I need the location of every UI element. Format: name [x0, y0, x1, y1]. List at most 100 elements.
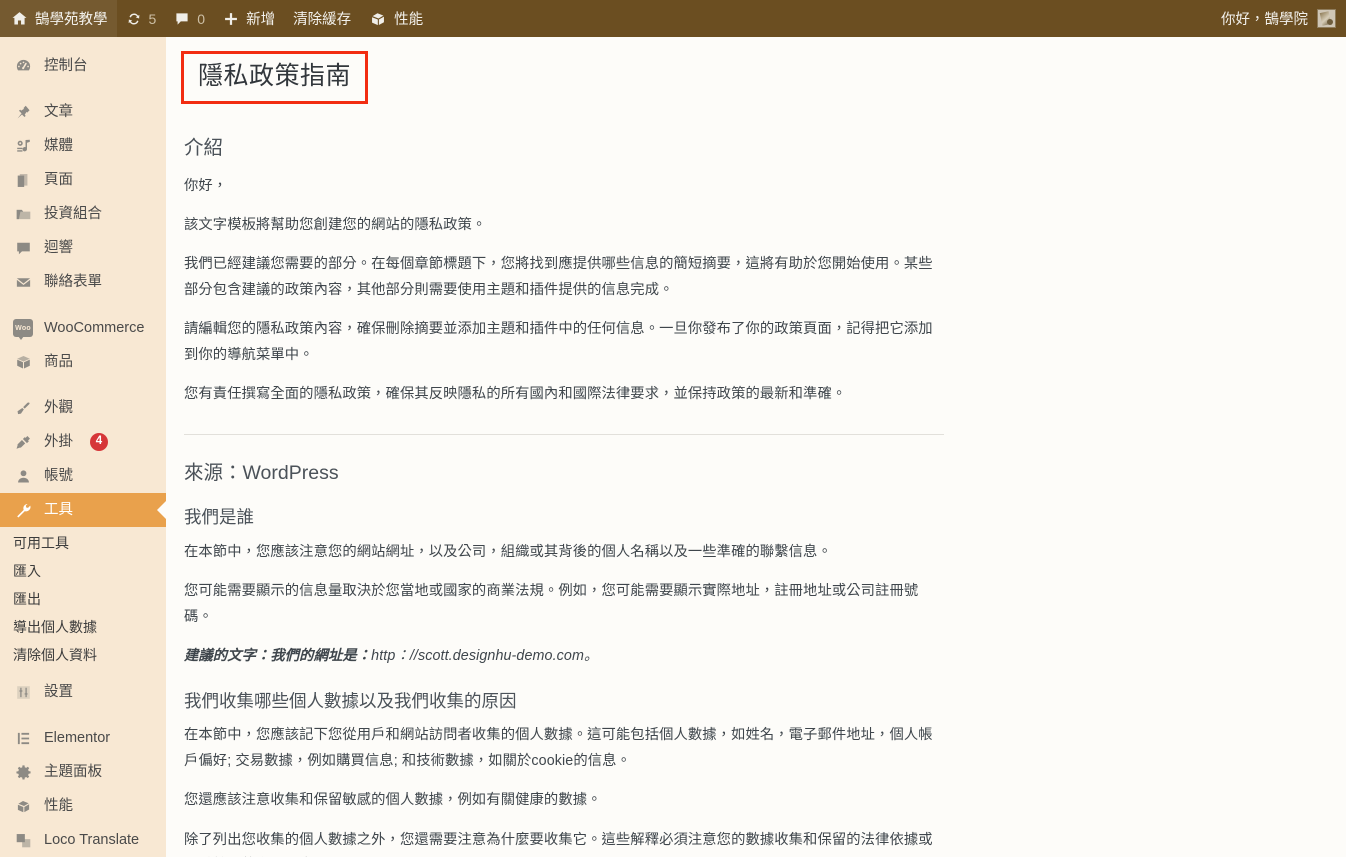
- adminbar-site-label: 鵠學苑教學: [35, 12, 108, 28]
- comment-icon: [13, 238, 33, 258]
- sidebar-separator: [0, 83, 166, 95]
- sidebar-item-loco-translate[interactable]: Loco Translate: [0, 823, 166, 857]
- updates-icon: [126, 11, 142, 27]
- section-paragraph: 您可能需要顯示的信息量取決於您當地或國家的商業法規。例如，您可能需要顯示實際地址…: [184, 583, 919, 625]
- sidebar-item-label: Loco Translate: [44, 831, 140, 848]
- sidebar-item-media[interactable]: 媒體: [0, 129, 166, 163]
- intro-paragraph: 你好，: [184, 177, 228, 194]
- translate-icon: [13, 830, 33, 850]
- section-paragraph: 除了列出您收集的個人數據之外，您還需要注意為什麼要收集它。這些解釋必須注意您的數…: [184, 831, 933, 848]
- sidebar-item-pages[interactable]: 頁面: [0, 163, 166, 197]
- intro-paragraph: 您有責任撰寫全面的隱私政策，確保其反映隱私的所有國內和國際法律要求，並保持政策的…: [184, 386, 847, 403]
- intro-heading: 介紹: [184, 137, 224, 160]
- sidebar-item-label: 性能: [44, 797, 73, 814]
- sidebar-item-theme-panel[interactable]: 主題面板: [0, 755, 166, 789]
- adminbar-new[interactable]: 新增: [214, 0, 284, 37]
- sidebar-item-appearance[interactable]: 外觀: [0, 391, 166, 425]
- sidebar-item-dashboard[interactable]: 控制台: [0, 49, 166, 83]
- content-wrap: 隱私政策指南 介紹 你好， 該文字模板將幫助您創建您的網站的隱私政策。 我們已經…: [166, 37, 1346, 857]
- adminbar-clear-cache[interactable]: 清除緩存: [284, 0, 360, 37]
- dashboard-icon: [13, 56, 33, 76]
- comment-bubble-icon: [174, 11, 190, 27]
- adminbar-howdy-label: 你好，鵠學院: [1221, 12, 1308, 28]
- pages-icon: [13, 170, 33, 190]
- section-heading-who-we-are: 我們是誰: [184, 507, 254, 527]
- sidebar-item-comments[interactable]: 迴響: [0, 231, 166, 265]
- media-icon: [13, 136, 33, 156]
- sidebar-item-label: 頁面: [44, 171, 73, 188]
- sidebar-item-label: WooCommerce: [44, 319, 145, 336]
- sidebar-item-label: 迴響: [44, 239, 73, 256]
- sidebar-item-contact-form[interactable]: 聯絡表單: [0, 265, 166, 299]
- sidebar-item-woocommerce[interactable]: Woo WooCommerce: [0, 311, 166, 345]
- sidebar-item-portfolio[interactable]: 投資組合: [0, 197, 166, 231]
- adminbar-site-name[interactable]: 鵠學苑教學: [0, 0, 117, 37]
- submenu-item-export[interactable]: 匯出: [0, 585, 166, 613]
- sidebar-item-label: 聯絡表單: [44, 273, 102, 290]
- section-paragraph: 在本節中，您應該記下您從用戶和網站訪問者收集的個人數據。這可能包括個人數據，如姓…: [184, 727, 933, 769]
- sidebar-item-posts[interactable]: 文章: [0, 95, 166, 129]
- sidebar-item-plugins[interactable]: 外掛 4: [0, 425, 166, 459]
- wrench-icon: [13, 500, 33, 520]
- main-content: 隱私政策指南 介紹 你好， 該文字模板將幫助您創建您的網站的隱私政策。 我們已經…: [166, 37, 1346, 857]
- sidebar-separator: [0, 379, 166, 391]
- product-box-icon: [13, 352, 33, 372]
- sidebar-separator: [0, 709, 166, 721]
- submenu-item-import[interactable]: 匯入: [0, 557, 166, 585]
- adminbar-comments[interactable]: 0: [165, 0, 214, 37]
- adminbar-account[interactable]: 你好，鵠學院: [1221, 8, 1346, 29]
- plus-icon: [223, 11, 239, 27]
- sidebar-top-gap: [0, 37, 166, 49]
- adminbar-clear-cache-label: 清除緩存: [293, 12, 352, 28]
- adminbar-updates[interactable]: 5: [117, 0, 166, 37]
- submenu-item-erase-personal-data[interactable]: 清除個人資料: [0, 641, 166, 669]
- sidebar-item-elementor[interactable]: Elementor: [0, 721, 166, 755]
- sidebar-item-settings[interactable]: 設置: [0, 675, 166, 709]
- section-heading-what-data-we-collect: 我們收集哪些個人數據以及我們收集的原因: [184, 690, 517, 711]
- updates-count: 5: [148, 10, 157, 27]
- gear-icon: [13, 762, 33, 782]
- performance-icon: [13, 796, 33, 816]
- settings-sliders-icon: [13, 682, 33, 702]
- section-paragraph: 您還應該注意收集和保留敏感的個人數據，例如有關健康的數據。: [184, 792, 602, 809]
- comments-count: 0: [197, 10, 206, 27]
- sidebar-item-performance[interactable]: 性能: [0, 789, 166, 823]
- avatar: [1317, 9, 1336, 28]
- intro-paragraph: 請編輯您的隱私政策內容，確保刪除摘要並添加主題和插件中的任何信息。一旦你發布了你…: [184, 321, 933, 363]
- submenu-item-available-tools[interactable]: 可用工具: [0, 529, 166, 557]
- sidebar-item-label: 文章: [44, 103, 73, 120]
- appearance-brush-icon: [13, 398, 33, 418]
- adminbar-new-label: 新增: [246, 12, 276, 28]
- sidebar-item-tools[interactable]: 工具: [0, 493, 166, 527]
- sidebar-item-products[interactable]: 商品: [0, 345, 166, 379]
- portfolio-folder-icon: [13, 204, 33, 224]
- envelope-icon: [13, 272, 33, 292]
- sidebar-item-users[interactable]: 帳號: [0, 459, 166, 493]
- pin-icon: [13, 102, 33, 122]
- source-heading: 來源：WordPress: [184, 461, 339, 484]
- sidebar-item-label: 投資組合: [44, 205, 102, 222]
- elementor-icon: [13, 728, 33, 748]
- suggested-text: 建議的文字：我們的網址是：http：//scott.designhu-demo.…: [184, 644, 944, 669]
- admin-sidebar: 控制台 文章 媒體 頁面 投資組合 迴響 聯絡表單 Woo WooCommerc…: [0, 37, 166, 857]
- performance-icon: [369, 10, 387, 28]
- sidebar-item-label: 媒體: [44, 137, 73, 154]
- intro-paragraph: 該文字模板將幫助您創建您的網站的隱私政策。: [184, 217, 487, 234]
- page-title: 隱私政策指南: [181, 51, 369, 105]
- sidebar-item-label: 控制台: [44, 57, 88, 74]
- sidebar-item-label: Elementor: [44, 729, 111, 746]
- home-icon: [11, 10, 28, 27]
- sidebar-item-label: 設置: [44, 683, 73, 700]
- suggested-text-suffix: 。: [583, 648, 599, 665]
- adminbar-performance[interactable]: 性能: [360, 0, 432, 37]
- submenu-item-export-personal-data[interactable]: 導出個人數據: [0, 613, 166, 641]
- section-divider: [184, 433, 944, 435]
- sidebar-item-label: 工具: [44, 501, 73, 518]
- plugins-update-badge: 4: [90, 433, 108, 451]
- adminbar-performance-label: 性能: [394, 12, 424, 28]
- admin-bar: 鵠學苑教學 5 0 新增 清除緩存 性能 你好，鵠學院: [0, 0, 1346, 37]
- user-icon: [13, 466, 33, 486]
- suggested-text-url: http：//scott.designhu-demo.com: [371, 648, 584, 665]
- sidebar-item-label: 外觀: [44, 399, 73, 416]
- sidebar-item-label: 外掛: [44, 433, 73, 450]
